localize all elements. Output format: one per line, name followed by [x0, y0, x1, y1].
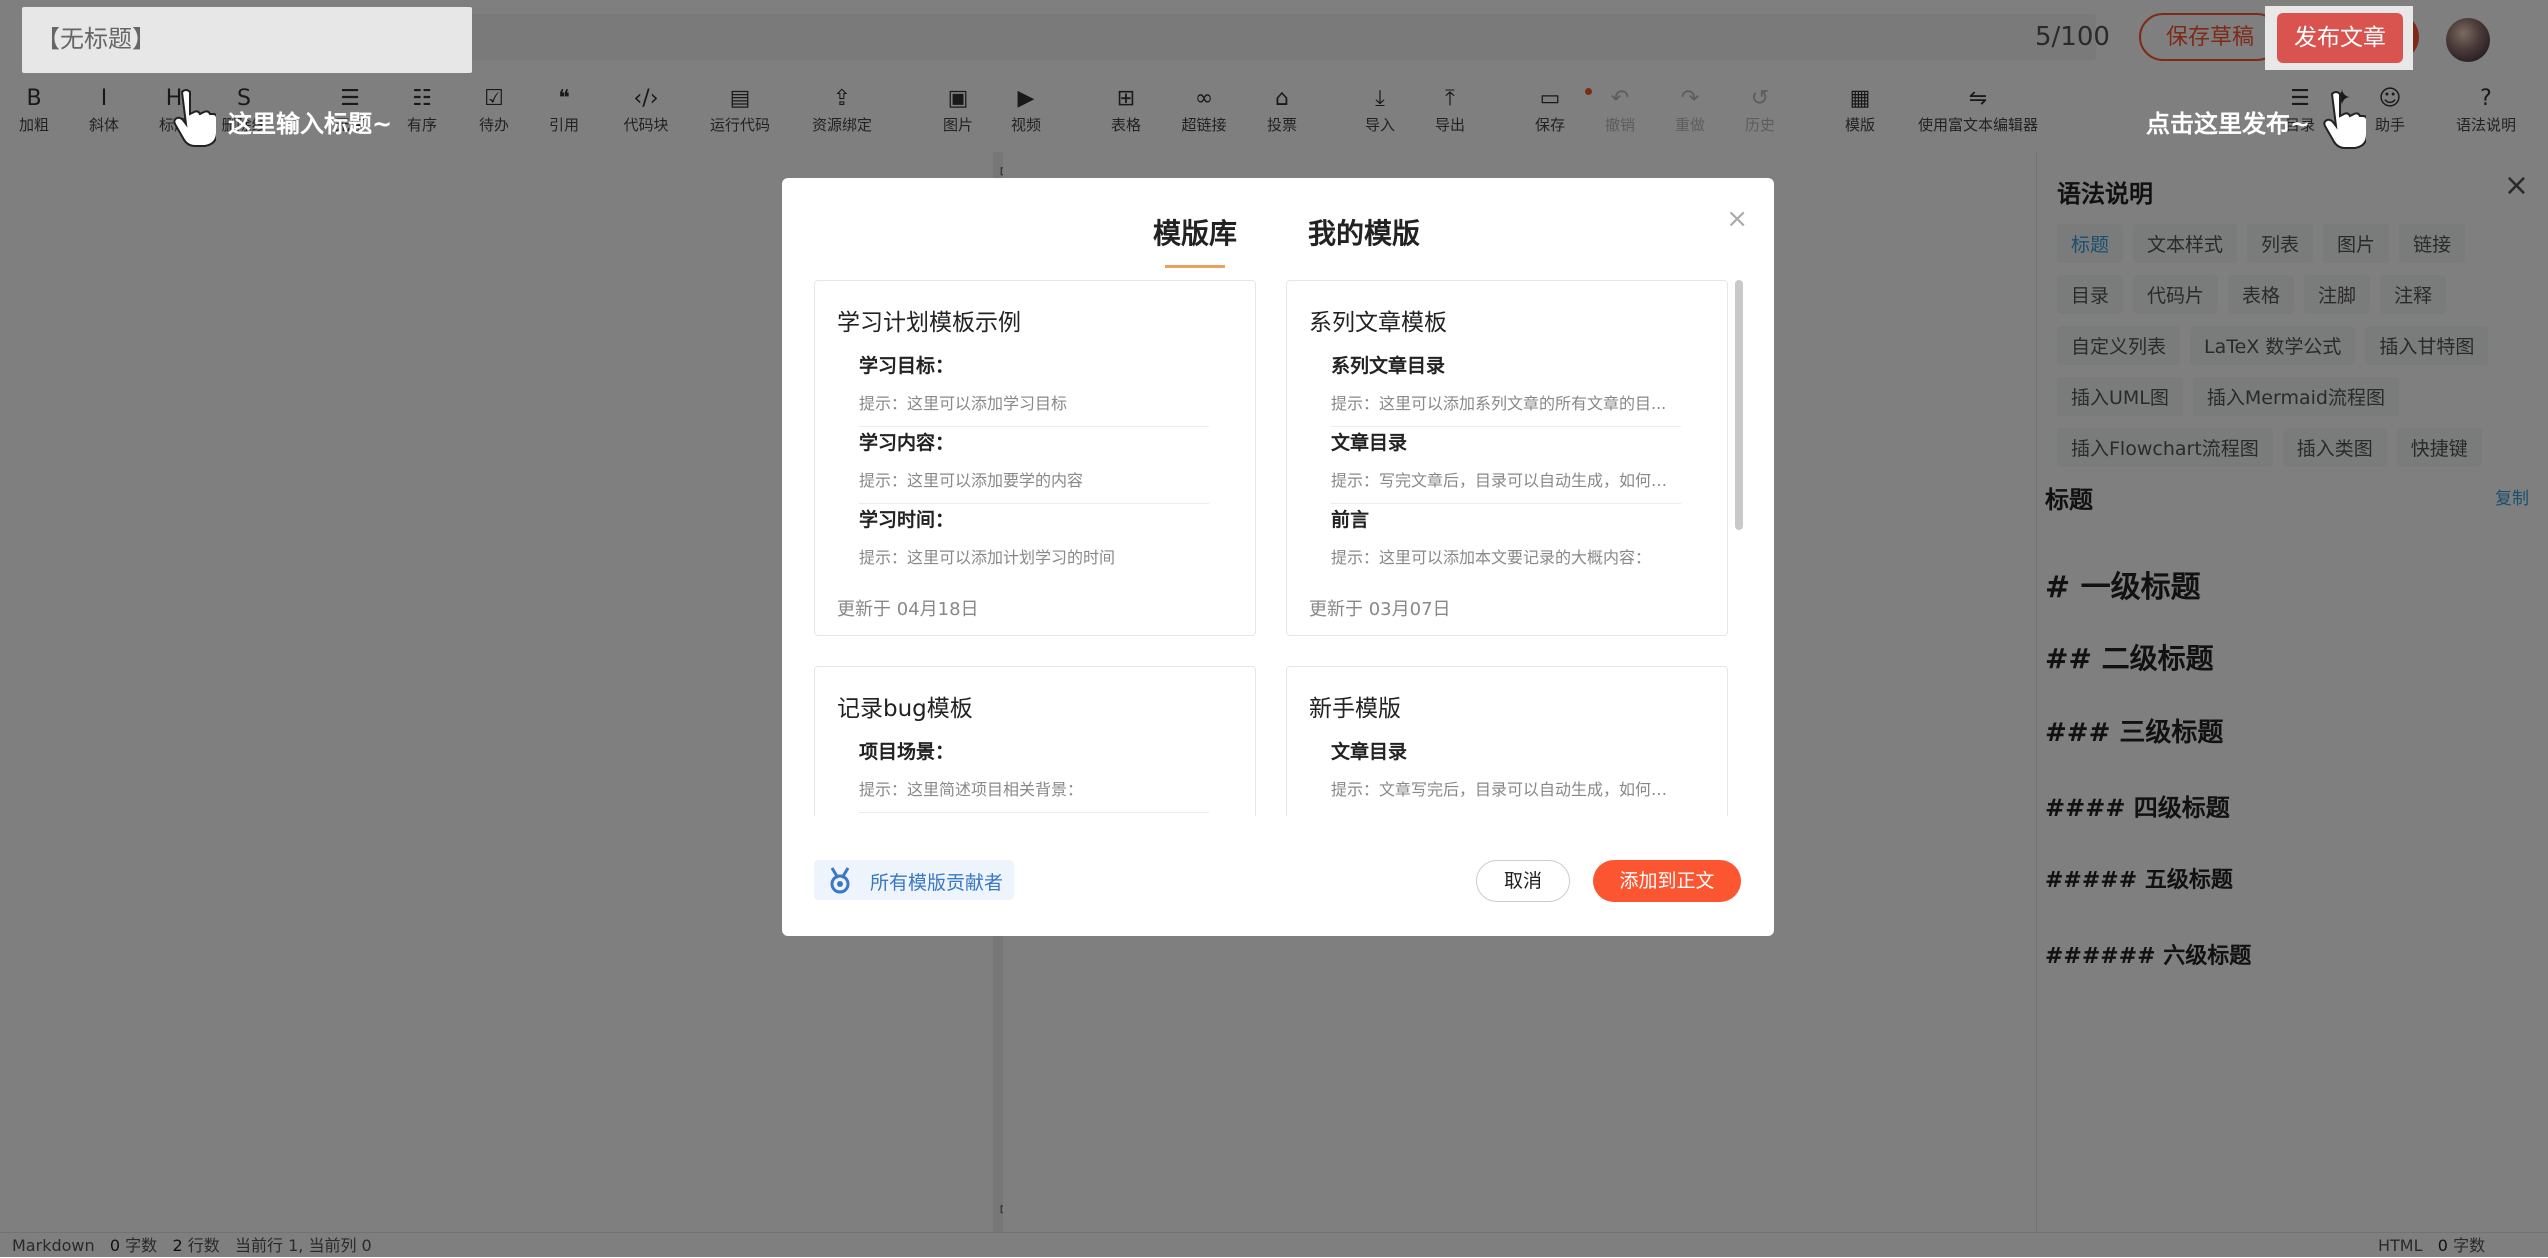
template-card[interactable]: 记录bug模板项目场景： 提示：这里简述项目相关背景： [814, 666, 1256, 816]
template-card-date: 更新于 04月18日 [837, 599, 979, 620]
template-card-item: 学习目标： 提示：这里可以添加学习目标 [859, 351, 1209, 427]
template-item-heading: 文章目录 [1331, 432, 1408, 454]
template-modal: 模版库 我的模版 × 学习计划模板示例 学习目标： 提示：这里可以添加学习目标 学习内… [782, 178, 1774, 936]
template-item-tip: 提示：这里可以添加系列文章的所有文章的目... [1331, 394, 1667, 413]
template-item-tip: 提示：文章写完后，目录可以自动生成，如何生... [1331, 780, 1681, 799]
guide-publish-highlight[interactable]: 发布文章 [2265, 6, 2413, 70]
template-item-tip: 提示：这里简述项目相关背景： [859, 780, 1084, 799]
divider [859, 503, 1209, 504]
template-item-heading: 前言 [1331, 509, 1370, 531]
template-item-heading: 项目场景： [859, 741, 955, 763]
template-card-title: 记录bug模板 [837, 696, 973, 722]
medal-icon [830, 867, 850, 894]
guide-title-placeholder: 【无标题】 [36, 25, 156, 53]
template-card-item: 前言提示：这里可以添加本文要记录的大概内容： [1331, 505, 1681, 568]
divider [859, 426, 1209, 427]
contributors-button[interactable]: 所有模版贡献者 [814, 860, 1014, 900]
template-card-title: 新手模版 [1309, 696, 1401, 722]
template-card-item: 文章目录提示：写完文章后，目录可以自动生成，如何生... [1331, 428, 1681, 504]
template-card-date: 更新于 03月07日 [1309, 599, 1451, 620]
template-item-tip: 提示：写完文章后，目录可以自动生成，如何生... [1331, 471, 1681, 490]
template-card-item: 学习内容： 提示：这里可以添加要学的内容 [859, 428, 1209, 504]
template-item-heading: 学习时间： [859, 509, 955, 531]
guide-title-highlight[interactable]: 【无标题】 [22, 7, 472, 73]
pointer-hand-icon [173, 89, 216, 147]
template-item-tip: 提示：这里可以添加计划学习的时间 [859, 548, 1116, 567]
publish-button[interactable]: 发布文章 [2277, 13, 2403, 63]
tab-template-library[interactable]: 模版库 [1153, 212, 1237, 268]
tab-my-templates[interactable]: 我的模版 [1308, 212, 1420, 252]
template-card-item: 项目场景： 提示：这里简述项目相关背景： [859, 737, 1209, 813]
template-card-list: 学习计划模板示例学习目标： 提示：这里可以添加学习目标 学习内容： 提示：这里可以添加… [814, 280, 1738, 816]
add-to-body-button[interactable]: 添加到正文 [1593, 860, 1741, 902]
guide-title-hint: 这里输入标题~ [228, 110, 393, 138]
template-item-heading: 学习目标： [859, 355, 955, 377]
template-card-item: 前言 [1331, 814, 1681, 816]
template-item-tip: 提示：这里可以添加本文要记录的大概内容： [1331, 548, 1652, 567]
template-item-tip: 提示：这里可以添加要学的内容 [859, 471, 1084, 490]
close-icon[interactable]: × [1726, 204, 1748, 234]
divider [859, 812, 1209, 813]
template-card-item: 系列文章目录提示：这里可以添加系列文章的所有文章的目... [1331, 351, 1681, 427]
template-item-heading: 学习内容： [859, 432, 955, 454]
template-item-tip: 提示：这里可以添加学习目标 [859, 394, 1068, 413]
template-item-heading: 文章目录 [1331, 741, 1408, 763]
template-item-heading: 前言 [1331, 814, 1681, 816]
template-item-heading: 系列文章目录 [1331, 355, 1446, 377]
template-card[interactable]: 学习计划模板示例学习目标： 提示：这里可以添加学习目标 学习内容： 提示：这里可以添加… [814, 280, 1256, 636]
template-list-scrollbar[interactable] [1735, 280, 1743, 530]
template-card-item: 学习时间： 提示：这里可以添加计划学习的时间 [859, 505, 1209, 568]
contributors-label: 所有模版贡献者 [870, 872, 1004, 894]
guide-publish-hint: 点击这里发布~ [2146, 110, 2311, 138]
template-card[interactable]: 系列文章模板 系列文章目录 提示：这里可以添加系列文章的所有文章的目... 文章目录提… [1286, 280, 1728, 636]
template-card-title: 系列文章模板 [1309, 310, 1447, 336]
template-card-item: 文章目录提示：文章写完后，目录可以自动生成，如何生... [1331, 737, 1681, 800]
template-card[interactable]: 新手模版文章目录提示：文章写完后，目录可以自动生成，如何生... 前言 [1286, 666, 1728, 816]
template-card-title: 学习计划模板示例 [837, 310, 1021, 336]
divider [1331, 503, 1681, 504]
cancel-button[interactable]: 取消 [1476, 860, 1570, 902]
divider [1331, 426, 1681, 427]
pointer-hand-icon [2323, 91, 2366, 149]
